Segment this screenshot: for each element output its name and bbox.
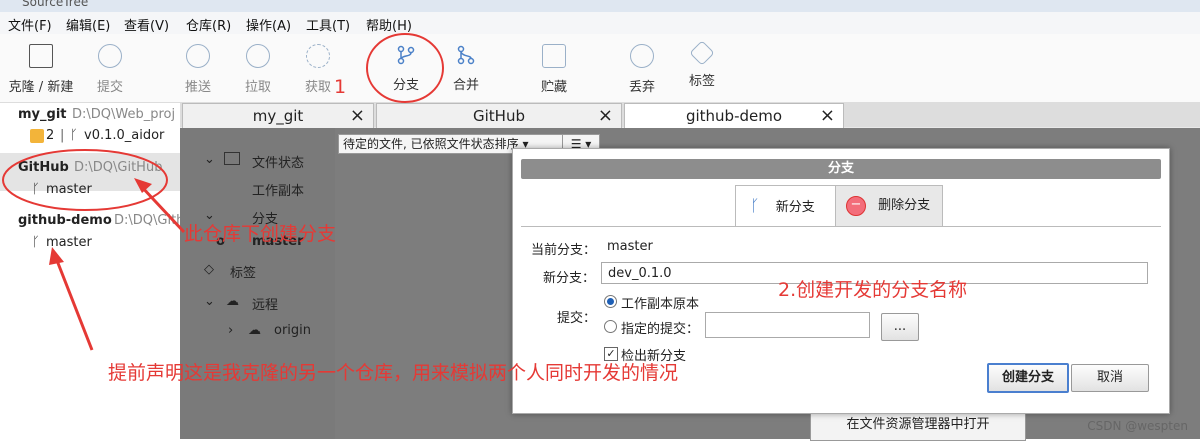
annotation-step2: 2.创建开发的分支名称	[778, 279, 968, 301]
highlight-ellipse	[2, 149, 168, 211]
watermark: CSDN @wespten	[1087, 419, 1188, 433]
annotation-arrow	[54, 257, 94, 351]
annotation-arrow	[138, 183, 186, 234]
arrow-head-icon	[134, 178, 152, 193]
annotation-step1: 1	[334, 76, 347, 98]
annotation-note: 提前声明这是我克隆的另一个仓库，用来模拟两个人同时开发的情况	[108, 362, 679, 384]
arrow-head-icon	[49, 247, 64, 265]
annotation-under-repo: 此仓库下创建分支	[184, 223, 337, 245]
highlight-ellipse	[366, 33, 444, 103]
